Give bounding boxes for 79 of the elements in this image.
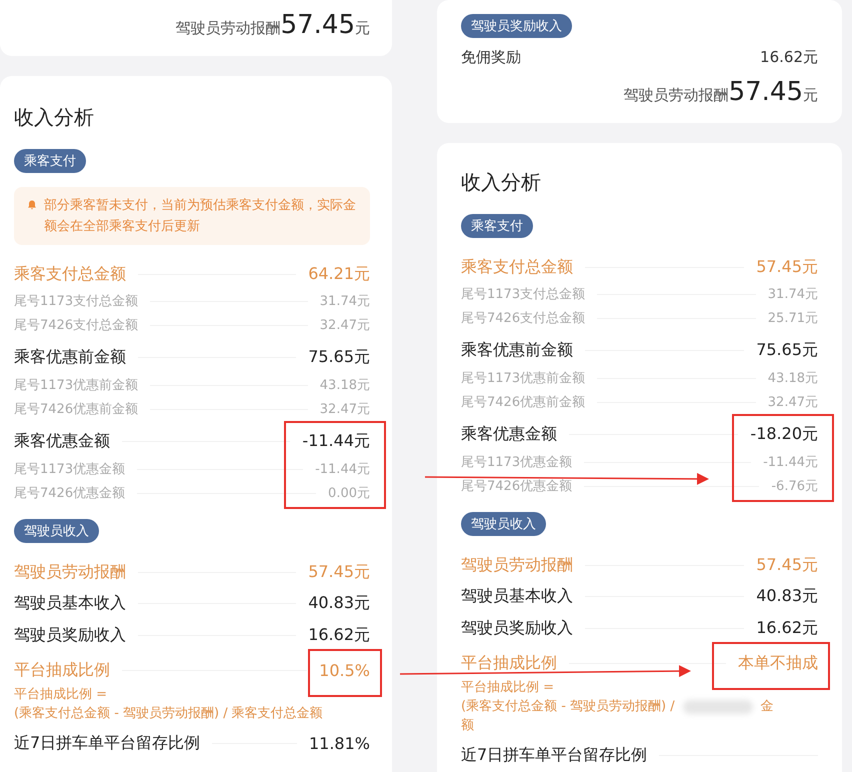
row-value: 40.83元 — [756, 586, 818, 606]
bell-icon — [26, 199, 38, 211]
row-label: 乘客优惠金额 — [461, 424, 557, 444]
formula-text: 金 — [760, 698, 774, 716]
row-label: 乘客优惠前金额 — [14, 346, 126, 368]
row-value: 25.71元 — [768, 310, 818, 327]
row-label: 平台抽成比例 — [461, 652, 557, 674]
row-label: 尾号7426支付总金额 — [461, 310, 586, 327]
row-value: 43.18元 — [768, 370, 818, 387]
row-value: 75.65元 — [756, 340, 818, 360]
formula-text: (乘客支付总金额 - 驾驶员劳动报酬) / 乘客支付总金额 — [14, 705, 323, 723]
summary-amount: 57.45 — [728, 77, 803, 107]
row-label: 尾号7426优惠前金额 — [461, 394, 586, 411]
row-label: 尾号7426优惠金额 — [461, 478, 572, 495]
row-value: 57.45元 — [756, 256, 818, 278]
row-label: 乘客优惠金额 — [14, 430, 110, 452]
redaction-blur — [682, 700, 753, 714]
summary-label: 驾驶员劳动报酬 — [176, 19, 281, 38]
summary-amount: 57.45 — [280, 10, 355, 40]
row-label: 乘客优惠前金额 — [461, 340, 573, 360]
row-label: 尾号1173优惠前金额 — [461, 370, 586, 387]
row-value: -18.20元 — [750, 424, 818, 444]
row-label: 驾驶员劳动报酬 — [14, 562, 126, 582]
row-value: 10.5% — [319, 660, 370, 680]
row-label: 驾驶员基本收入 — [461, 586, 573, 606]
row-value: 32.47元 — [768, 394, 818, 411]
section-badge: 驾驶员收入 — [461, 512, 546, 536]
row-label: 尾号7426支付总金额 — [14, 317, 138, 334]
row-value: 57.45元 — [756, 554, 818, 576]
row-value: -11.44元 — [763, 454, 818, 471]
row-label: 驾驶员劳动报酬 — [461, 554, 573, 576]
row-label: 驾驶员基本收入 — [14, 592, 126, 614]
row-value: 16.62元 — [760, 48, 818, 67]
summary-unit: 元 — [803, 86, 818, 105]
row-label: 尾号1173优惠前金额 — [14, 377, 138, 394]
summary-label: 驾驶员劳动报酬 — [624, 86, 729, 105]
row-value: 32.47元 — [320, 401, 370, 418]
formula-text: 额 — [461, 717, 474, 735]
row-value: -6.76元 — [771, 478, 818, 495]
section-badge: 乘客支付 — [461, 214, 533, 238]
row-label: 尾号1173优惠金额 — [14, 461, 126, 478]
row-label: 驾驶员奖励收入 — [461, 618, 573, 638]
row-label: 尾号1173支付总金额 — [461, 286, 586, 303]
section-badge: 驾驶员奖励收入 — [461, 14, 572, 38]
section-title: 收入分析 — [461, 169, 542, 196]
row-label: 免佣奖励 — [461, 48, 521, 67]
row-value: -11.44元 — [315, 461, 370, 478]
row-value: 57.45元 — [308, 562, 370, 582]
row-value: 75.65元 — [308, 346, 370, 368]
section-title: 收入分析 — [14, 104, 95, 131]
row-value: 43.18元 — [320, 377, 370, 394]
row-value: 40.83元 — [308, 592, 370, 614]
row-label: 近7日拼车单平台留存比例 — [461, 744, 648, 766]
row-value: 32.47元 — [320, 317, 370, 334]
row-label: 尾号1173优惠金额 — [461, 454, 572, 471]
formula-text: 平台抽成比例 = — [461, 679, 556, 697]
row-value: 16.62元 — [756, 618, 818, 638]
row-value: 11.81% — [308, 734, 370, 752]
row-value: 31.74元 — [768, 286, 818, 303]
row-value: -11.44元 — [302, 430, 370, 452]
row-label: 乘客支付总金额 — [14, 264, 126, 284]
row-label: 尾号7426优惠前金额 — [14, 401, 138, 418]
row-value: 0.00元 — [328, 485, 370, 502]
section-badge: 乘客支付 — [14, 149, 86, 173]
row-label: 驾驶员奖励收入 — [14, 624, 126, 646]
row-value: 31.74元 — [320, 293, 370, 310]
row-label: 乘客支付总金额 — [461, 256, 573, 278]
row-value: 16.62元 — [308, 624, 370, 646]
notice-text: 部分乘客暂未支付，当前为预估乘客支付金额，实际金额会在全部乘客支付后更新 — [44, 197, 357, 236]
row-label: 近7日拼车单平台留存比例 — [14, 732, 200, 754]
row-value: 64.21元 — [308, 264, 370, 284]
section-badge: 驾驶员收入 — [14, 519, 99, 543]
formula-text: 平台抽成比例 = — [14, 686, 108, 704]
row-label: 尾号1173支付总金额 — [14, 293, 138, 310]
row-label: 平台抽成比例 — [14, 660, 110, 680]
summary-unit: 元 — [355, 19, 370, 38]
formula-text: (乘客支付总金额 - 驾驶员劳动报酬) / — [461, 698, 675, 716]
row-label: 尾号7426优惠金额 — [14, 485, 126, 502]
row-value: 本单不抽成 — [738, 652, 818, 674]
